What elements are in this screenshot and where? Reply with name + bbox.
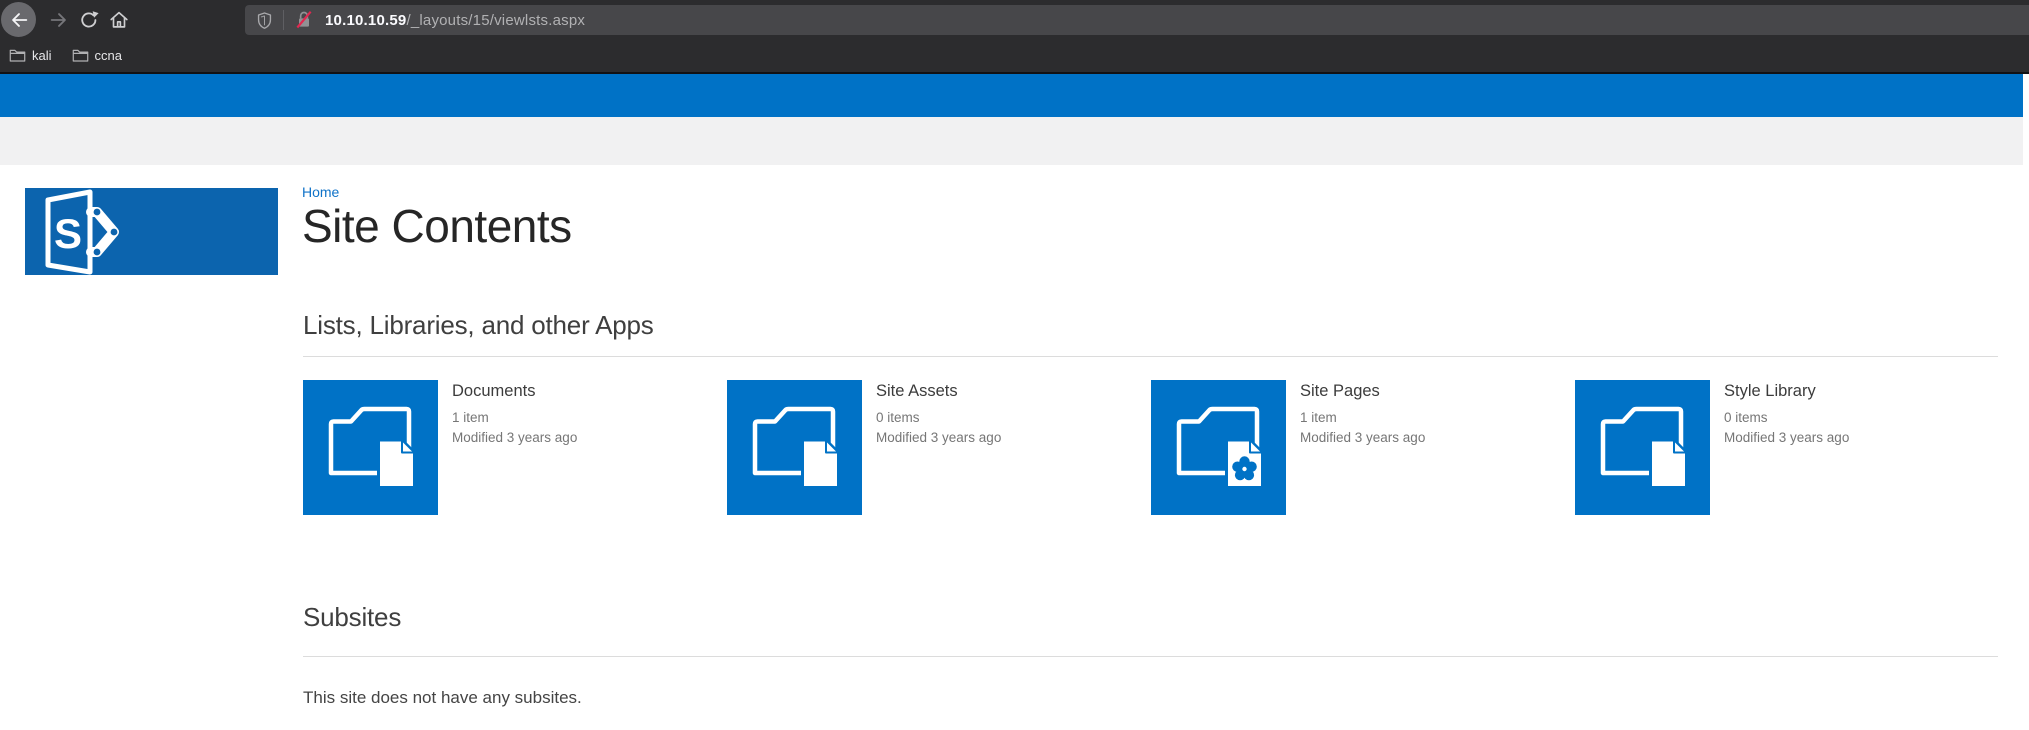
site-contents-page: S Home Site Contents Lists, Libraries, a… — [0, 74, 2029, 730]
tile-info: Site Assets 0 items Modified 3 years ago — [876, 380, 1001, 448]
bookmark-folder-ccna[interactable]: ccna — [72, 48, 122, 63]
tile-info: Site Pages 1 item Modified 3 years ago — [1300, 380, 1425, 448]
tile-modified: Modified 3 years ago — [1300, 428, 1425, 448]
browser-toolbar: 10.10.10.59/_layouts/15/viewlsts.aspx — [0, 0, 2029, 40]
back-button[interactable] — [1, 2, 36, 37]
app-tiles-row: Documents 1 item Modified 3 years ago Si… — [303, 380, 1999, 515]
bookmark-folder-kali[interactable]: kali — [9, 48, 52, 63]
reload-icon — [78, 9, 100, 31]
bookmark-label: kali — [32, 48, 52, 63]
sharepoint-suite-bar — [0, 74, 2023, 117]
folder-icon — [72, 48, 89, 63]
page-header: Home Site Contents — [302, 184, 572, 250]
forward-button[interactable] — [47, 8, 71, 32]
url-bar-separator — [283, 10, 284, 30]
tile-item-count: 0 items — [876, 408, 1001, 428]
tile-info: Documents 1 item Modified 3 years ago — [452, 380, 577, 448]
tile-item-count: 1 item — [1300, 408, 1425, 428]
subsites-section-heading: Subsites — [303, 602, 401, 633]
home-icon — [108, 9, 130, 31]
tile-modified: Modified 3 years ago — [876, 428, 1001, 448]
sharepoint-ribbon-bar — [0, 117, 2023, 165]
tile-documents[interactable]: Documents 1 item Modified 3 years ago — [303, 380, 727, 515]
tile-title[interactable]: Documents — [452, 382, 577, 401]
tile-title[interactable]: Site Assets — [876, 382, 1001, 401]
tile-modified: Modified 3 years ago — [452, 428, 577, 448]
apps-section-divider — [303, 356, 1998, 357]
sharepoint-logo[interactable]: S — [25, 188, 278, 275]
subsites-empty-message: This site does not have any subsites. — [303, 688, 582, 708]
url-text[interactable]: 10.10.10.59/_layouts/15/viewlsts.aspx — [325, 12, 585, 29]
insecure-lock-icon[interactable] — [294, 10, 314, 30]
document-library-icon[interactable] — [727, 380, 862, 515]
url-bar[interactable]: 10.10.10.59/_layouts/15/viewlsts.aspx — [245, 5, 2029, 35]
bookmark-label: ccna — [95, 48, 122, 63]
breadcrumb-home-link[interactable]: Home — [302, 184, 339, 200]
forward-arrow-icon — [48, 9, 70, 31]
url-host[interactable]: 10.10.10.59 — [325, 12, 406, 29]
svg-text:S: S — [54, 210, 82, 257]
reload-button[interactable] — [77, 8, 101, 32]
tile-title[interactable]: Site Pages — [1300, 382, 1425, 401]
tile-style-library[interactable]: Style Library 0 items Modified 3 years a… — [1575, 380, 1999, 515]
tile-site-assets[interactable]: Site Assets 0 items Modified 3 years ago — [727, 380, 1151, 515]
back-arrow-icon — [8, 9, 30, 31]
tracking-shield-icon[interactable] — [255, 11, 274, 30]
folder-icon — [9, 48, 26, 63]
subsites-section-divider — [303, 656, 1998, 657]
document-library-icon[interactable] — [303, 380, 438, 515]
tile-site-pages[interactable]: Site Pages 1 item Modified 3 years ago — [1151, 380, 1575, 515]
tile-item-count: 0 items — [1724, 408, 1849, 428]
bookmarks-bar: kali ccna — [0, 40, 2029, 70]
document-library-icon[interactable] — [1575, 380, 1710, 515]
url-path[interactable]: /_layouts/15/viewlsts.aspx — [406, 12, 585, 29]
browser-chrome: 10.10.10.59/_layouts/15/viewlsts.aspx ka… — [0, 0, 2029, 74]
wiki-page-library-icon[interactable] — [1151, 380, 1286, 515]
tile-item-count: 1 item — [452, 408, 577, 428]
page-title: Site Contents — [302, 203, 572, 250]
tile-title[interactable]: Style Library — [1724, 382, 1849, 401]
apps-section-heading: Lists, Libraries, and other Apps — [303, 310, 654, 341]
tile-info: Style Library 0 items Modified 3 years a… — [1724, 380, 1849, 448]
tile-modified: Modified 3 years ago — [1724, 428, 1849, 448]
home-button[interactable] — [107, 8, 131, 32]
